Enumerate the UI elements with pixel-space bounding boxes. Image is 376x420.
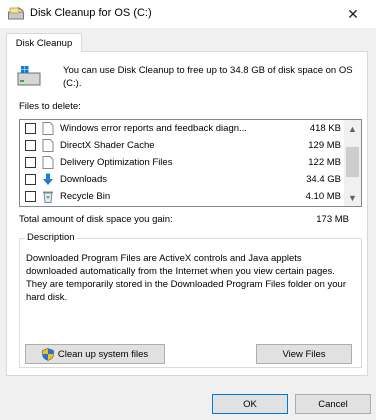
- title-bar: Disk Cleanup for OS (C:) ✕: [0, 0, 376, 28]
- file-icon: [42, 139, 54, 152]
- chevron-up-icon: ▲: [348, 123, 357, 134]
- file-name: Downloads: [60, 174, 107, 185]
- disk-cleanup-panel: You can use Disk Cleanup to free up to 3…: [6, 51, 368, 376]
- chevron-down-icon: ▼: [348, 192, 357, 203]
- list-item[interactable]: Delivery Optimization Files 122 MB: [20, 154, 345, 171]
- close-icon: ✕: [347, 5, 359, 22]
- files-to-delete-label: Files to delete:: [19, 101, 81, 112]
- file-icon: [42, 122, 54, 135]
- checkbox[interactable]: [25, 140, 36, 151]
- close-button[interactable]: ✕: [330, 0, 376, 28]
- checkbox[interactable]: [25, 157, 36, 168]
- list-item[interactable]: Downloads 34.4 GB: [20, 171, 345, 188]
- scroll-up-button[interactable]: ▲: [344, 120, 361, 137]
- tab-disk-cleanup[interactable]: Disk Cleanup: [6, 33, 82, 52]
- scroll-thumb[interactable]: [346, 147, 359, 177]
- list-item[interactable]: Windows error reports and feedback diagn…: [20, 120, 345, 137]
- drive-icon: [17, 66, 41, 86]
- file-icon: [42, 156, 54, 169]
- view-files-button[interactable]: View Files: [256, 344, 352, 364]
- clean-up-system-files-label: Clean up system files: [57, 348, 149, 360]
- file-size: 122 MB: [308, 157, 341, 168]
- view-files-label: View Files: [282, 348, 326, 360]
- scroll-down-button[interactable]: ▼: [344, 189, 361, 206]
- cancel-label: Cancel: [318, 398, 348, 410]
- description-text: Downloaded Program Files are ActiveX con…: [26, 253, 346, 303]
- checkbox[interactable]: [25, 174, 36, 185]
- tab-label: Disk Cleanup: [15, 37, 73, 49]
- file-name: DirectX Shader Cache: [60, 140, 155, 151]
- file-name: Windows error reports and feedback diagn…: [60, 123, 247, 134]
- ok-button[interactable]: OK: [212, 394, 288, 414]
- vertical-scrollbar[interactable]: ▲ ▼: [344, 120, 361, 206]
- uac-shield-icon: [42, 347, 54, 361]
- checkbox[interactable]: [25, 191, 36, 202]
- total-gain-value: 173 MB: [316, 214, 349, 225]
- file-size: 418 KB: [309, 123, 341, 134]
- disk-cleanup-icon: [8, 7, 24, 20]
- checkbox[interactable]: [25, 123, 36, 134]
- download-arrow-icon: [43, 173, 53, 185]
- files-list[interactable]: Windows error reports and feedback diagn…: [19, 119, 362, 207]
- file-name: Recycle Bin: [60, 191, 111, 202]
- description-legend: Description: [25, 232, 77, 243]
- file-size: 129 MB: [308, 140, 341, 151]
- intro-text: You can use Disk Cleanup to free up to 3…: [63, 65, 353, 89]
- file-size: 4.10 MB: [305, 191, 341, 202]
- clean-up-system-files-button[interactable]: Clean up system files: [25, 344, 165, 364]
- file-name: Delivery Optimization Files: [60, 157, 173, 168]
- ok-label: OK: [243, 398, 257, 410]
- total-gain-label: Total amount of disk space you gain:: [19, 214, 173, 225]
- cancel-button[interactable]: Cancel: [295, 394, 371, 414]
- list-item[interactable]: Recycle Bin 4.10 MB: [20, 188, 345, 205]
- file-size: 34.4 GB: [306, 174, 341, 185]
- list-item[interactable]: DirectX Shader Cache 129 MB: [20, 137, 345, 154]
- recycle-bin-icon: [43, 191, 53, 203]
- window-title: Disk Cleanup for OS (C:): [30, 7, 152, 19]
